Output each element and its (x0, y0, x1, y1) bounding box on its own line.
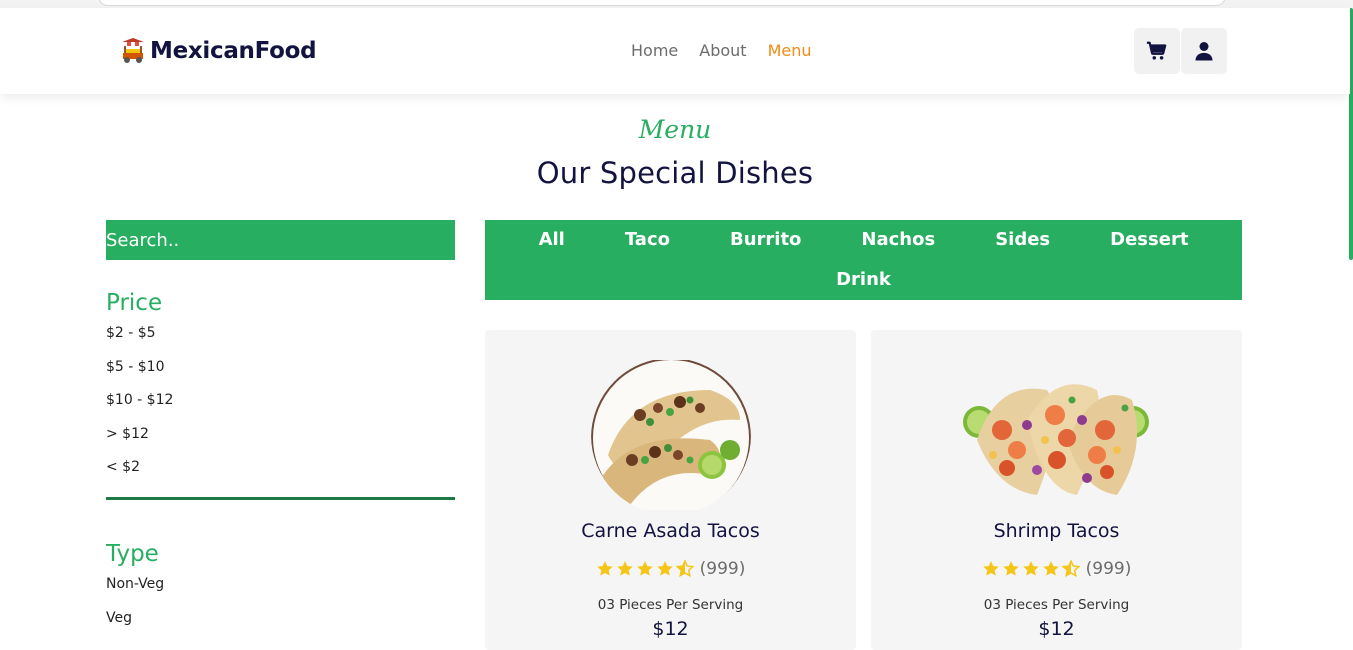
product-card[interactable]: Carne Asada Tacos (999) 03 Pieces Per Se… (485, 330, 856, 650)
product-name: Shrimp Tacos (993, 520, 1120, 542)
tab-dessert[interactable]: Dessert (1080, 229, 1218, 251)
type-filter-title: Type (106, 541, 159, 567)
tab-burrito[interactable]: Burrito (700, 229, 831, 251)
category-tabs: All Taco Burrito Nachos Sides Dessert Dr… (485, 220, 1242, 300)
filter-divider (106, 497, 455, 500)
rating-count: (999) (1085, 559, 1132, 579)
product-name: Carne Asada Tacos (581, 520, 760, 542)
nav-about[interactable]: About (699, 41, 746, 60)
star-icon (1002, 561, 1019, 576)
product-rating: (999) (485, 559, 856, 579)
star-icon (596, 561, 613, 576)
section-title: Our Special Dishes (536, 156, 814, 190)
nav-menu[interactable]: Menu (768, 41, 812, 60)
brand-logo[interactable]: MexicanFood (120, 38, 317, 64)
carne-asada-tacos-image (590, 360, 751, 510)
section-header: Menu Our Special Dishes (0, 112, 1350, 190)
price-option[interactable]: < $2 (106, 458, 455, 492)
type-option[interactable]: Veg (106, 609, 455, 643)
tab-drink[interactable]: Drink (806, 269, 921, 291)
cart-button[interactable] (1134, 28, 1180, 74)
product-price: $12 (1038, 618, 1075, 640)
price-option[interactable]: $5 - $10 (106, 358, 455, 392)
address-bar-edge (98, 0, 1226, 6)
main-nav: Home About Menu (631, 41, 812, 60)
food-cart-icon (122, 38, 144, 63)
star-icon (1022, 561, 1039, 576)
brand-name: MexicanFood (150, 38, 317, 64)
browser-top-strip (0, 0, 1353, 8)
star-half-icon (675, 560, 694, 578)
product-card[interactable]: Shrimp Tacos (999) 03 Pieces Per Serving… (871, 330, 1242, 650)
star-icon (982, 561, 999, 576)
product-price: $12 (652, 618, 689, 640)
tab-nachos[interactable]: Nachos (831, 229, 965, 251)
price-filter-title: Price (106, 290, 163, 316)
nav-home[interactable]: Home (631, 41, 678, 60)
user-icon (1195, 42, 1213, 61)
navbar: MexicanFood Home About Menu (0, 8, 1350, 94)
tab-all[interactable]: All (509, 229, 595, 251)
price-filter: Price $2 - $5 $5 - $10 $10 - $12 > $12 <… (106, 290, 455, 492)
star-icon (616, 561, 633, 576)
section-subtitle: Menu (638, 115, 712, 144)
tab-sides[interactable]: Sides (965, 229, 1080, 251)
product-rating: (999) (871, 559, 1242, 579)
cart-icon (1146, 41, 1167, 60)
category-row: All Taco Burrito Nachos Sides Dessert (485, 229, 1242, 251)
tab-taco[interactable]: Taco (595, 229, 700, 251)
product-serving: 03 Pieces Per Serving (983, 597, 1130, 613)
product-serving: 03 Pieces Per Serving (597, 597, 744, 613)
price-option[interactable]: $2 - $5 (106, 324, 455, 358)
star-icon (636, 561, 653, 576)
shrimp-tacos-image (962, 384, 1149, 495)
category-row: Drink (485, 269, 1242, 291)
rating-count: (999) (699, 559, 746, 579)
user-button[interactable] (1181, 28, 1227, 74)
price-option[interactable]: $10 - $12 (106, 391, 455, 425)
star-icon (656, 561, 673, 576)
search-input[interactable] (106, 220, 455, 260)
price-option[interactable]: > $12 (106, 425, 455, 459)
type-option[interactable]: Non-Veg (106, 575, 455, 609)
type-filter: Type Non-Veg Veg (106, 541, 455, 642)
star-half-icon (1061, 560, 1080, 578)
star-icon (1042, 561, 1059, 576)
